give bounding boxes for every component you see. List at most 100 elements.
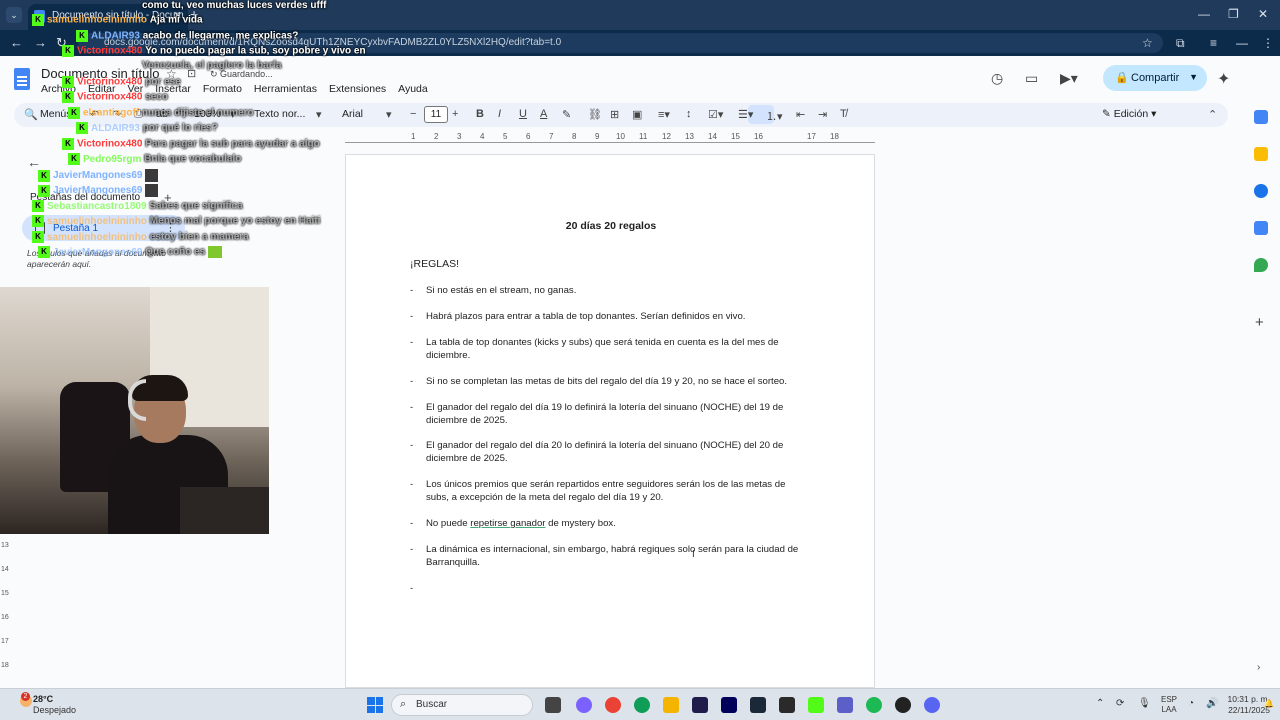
kick-badge-icon: K [32,231,44,243]
close-tabs-panel-icon[interactable]: ← [27,154,41,170]
comments-icon[interactable]: ▭ [1025,70,1038,87]
chat-username: ALDAIR93 [91,122,140,134]
calendar-icon[interactable] [1254,110,1268,124]
font-select[interactable]: Arial [342,108,363,120]
increase-font-icon[interactable]: + [452,108,458,120]
steam-icon[interactable] [750,697,766,713]
menu-extensiones[interactable]: Extensiones [329,83,386,95]
menu-ayuda[interactable]: Ayuda [398,83,428,95]
weather-description[interactable]: Despejado [33,705,76,715]
italic-icon[interactable]: I [498,108,501,120]
bullet-list-icon[interactable]: ☰▾ [738,108,753,121]
keep-icon[interactable] [1254,147,1268,161]
wifi-icon[interactable]: ◔ [1188,698,1194,709]
increase-indent-icon[interactable]: ⇥ [818,108,827,121]
premiere-icon[interactable] [692,697,708,713]
underline-icon[interactable]: U [519,108,527,120]
vruler-number: 14 [1,566,9,573]
close-window-icon[interactable]: ✕ [1258,7,1268,21]
share-dropdown-icon[interactable]: ▼ [1189,72,1198,82]
discord-icon[interactable] [924,697,940,713]
editing-mode-select[interactable]: ✎ Edición ▾ [1102,108,1156,120]
chat-message: K JavierMangones69 [38,169,159,182]
clear-format-icon[interactable]: T̸ [840,108,847,120]
task-view-icon[interactable] [545,697,561,713]
app-icon[interactable] [895,697,911,713]
numbered-list-icon[interactable]: ⒈▾ [766,108,783,124]
back-icon[interactable]: ← [10,35,23,50]
line-spacing-icon[interactable]: ↕ [686,108,692,120]
highlight-icon[interactable]: ✎ [562,108,571,121]
ruler-number: 18 [830,132,839,141]
bookmark-star-icon[interactable]: ☆ [1142,36,1153,50]
edge-icon[interactable] [634,697,650,713]
tray-overflow-icon[interactable]: ⌃ [1096,698,1104,709]
ruler-number: 16 [754,132,763,141]
style-caret-icon[interactable]: ▾ [316,108,322,121]
decrease-indent-icon[interactable]: ⇤ [796,108,805,121]
align-icon[interactable]: ≡▾ [658,108,670,121]
maximize-icon[interactable]: ❐ [1228,7,1239,21]
start-tile [367,697,375,705]
extensions-icon[interactable]: ⧉ [1176,36,1185,51]
minimize-icon[interactable]: — [1198,7,1210,21]
microphone-icon[interactable]: 🎙 [1138,698,1151,709]
media-icon[interactable]: ≡ [1210,36,1217,50]
comment-add-icon[interactable]: ⊞ [610,108,619,121]
version-history-icon[interactable]: ◷ [991,70,1003,87]
expand-side-panel-icon[interactable]: › [1257,662,1260,673]
list-bullet: - [410,402,414,413]
tab-search-icon[interactable]: ⌄ [6,7,22,23]
kick-app-icon[interactable] [808,697,824,713]
spotify-icon[interactable] [866,697,882,713]
list-bullet: - [410,337,414,348]
collapse-menus-icon[interactable]: ⌃ [1208,108,1217,121]
menu-dots-icon[interactable]: ⋮ [1262,36,1274,50]
language-indicator[interactable]: ESP LAA [1161,695,1177,715]
spellcheck-underlined-text[interactable]: repetirse ganador [470,518,545,529]
text-color-icon[interactable]: A [540,108,547,120]
audition-icon[interactable] [721,697,737,713]
contacts-icon[interactable] [1254,221,1268,235]
notifications-icon[interactable]: 🔔 [1264,699,1274,708]
kick-badge-icon: K [68,107,80,119]
font-size-input[interactable]: 11 [424,106,448,123]
copilot-icon[interactable] [576,697,592,713]
gemini-icon[interactable]: ✦ [1217,69,1230,89]
bold-icon[interactable]: B [476,108,484,120]
start-button[interactable] [367,697,383,713]
teams-icon[interactable] [837,697,853,713]
forward-icon[interactable]: → [34,35,47,50]
network-icon[interactable]: ⟳ [1116,698,1124,709]
taskbar-search[interactable]: ⌕ Buscar [391,694,533,716]
decrease-font-icon[interactable]: − [410,108,416,120]
add-addon-icon[interactable]: + [1255,314,1264,331]
menu-formato[interactable]: Formato [203,83,242,95]
chat-message: K Victorinox480 por ese [62,76,181,88]
image-icon[interactable]: ▣ [632,108,642,121]
docs-logo-icon[interactable] [14,68,30,90]
document-heading: 20 días 20 regalos [565,220,657,232]
maps-icon[interactable] [1254,258,1268,272]
search-menus-icon[interactable]: 🔍 [24,108,38,121]
language-layout: LAA [1161,705,1177,714]
file-explorer-icon[interactable] [663,697,679,713]
checklist-icon[interactable]: ☑▾ [708,108,723,121]
obs-icon[interactable] [779,697,795,713]
style-select[interactable]: Texto nor... [254,108,305,120]
document-page[interactable]: 20 días 20 regalos ¡REGLAS! - Si no está… [345,154,875,688]
tasks-icon[interactable] [1254,184,1268,198]
minimize-side-icon[interactable]: — [1236,36,1248,50]
menu-herramientas[interactable]: Herramientas [254,83,317,95]
chat-username: samuelinhoelnininho [47,231,148,243]
weather-temperature[interactable]: 28°C [33,694,53,704]
list-bullet: - [410,440,414,451]
share-label: Compartir [1131,72,1180,84]
share-button[interactable]: 🔒 Compartir ▼ [1103,65,1207,91]
meet-icon[interactable]: ▶▾ [1060,70,1078,87]
font-caret-icon[interactable]: ▾ [386,108,392,121]
chrome-icon[interactable] [605,697,621,713]
volume-icon[interactable]: 🔊 [1206,698,1218,709]
search-menus-label[interactable]: Menús [40,108,72,120]
link-icon[interactable]: ⛓ [588,108,602,121]
